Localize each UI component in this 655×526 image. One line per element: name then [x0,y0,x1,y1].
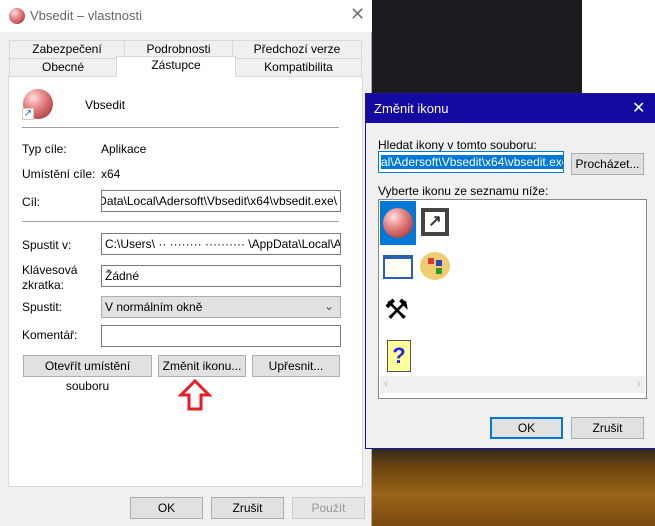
change-icon-title: Změnit ikonu [374,101,449,116]
window-title: Vbsedit – vlastnosti [30,8,143,23]
icon-cancel-button[interactable]: Zrušit [571,417,644,439]
browse-button[interactable]: Procházet... [571,153,644,175]
red-arrow-annotation-icon [178,378,212,411]
divider [22,221,339,222]
advanced-button[interactable]: Upřesnit... [252,355,340,377]
app-name: Vbsedit [85,98,126,112]
start-in-input[interactable]: C:\Users\ ·· ········ ·········· \AppDat… [101,233,341,255]
target-type-value: Aplikace [101,142,147,156]
search-label: Hledat ikony v tomto souboru: [378,138,537,152]
window-icon[interactable] [383,255,413,279]
change-icon-button[interactable]: Změnit ikonu... [158,355,246,377]
background-photo [372,447,655,526]
icon-item-selected[interactable] [380,201,416,245]
target-type-label: Typ cíle: [22,142,67,156]
comment-input[interactable] [101,325,341,347]
horizontal-scrollbar[interactable]: ‹ › [380,376,645,393]
run-select[interactable]: V normálním okně ⌄ [101,296,341,318]
title-bar: Vbsedit – vlastnosti ✕ [0,0,372,32]
target-location-label: Umístění cíle: [22,167,96,181]
hammer-icon[interactable]: ⚒ [384,295,409,325]
background-window [582,0,655,95]
tab-kompatibilita[interactable]: Kompatibilita [235,58,362,77]
tab-predchozi-verze[interactable]: Předchozí verze [232,40,362,59]
icon-file-value: al\Adersoft\Vbsedit\x64\vbsedit.exe [381,155,563,169]
hotkey-input[interactable]: Žádné [101,265,341,287]
apply-button[interactable]: Použít [292,497,365,519]
target-location-value: x64 [101,167,121,181]
comment-label: Komentář: [22,328,78,342]
divider [22,127,339,128]
app-icon [9,8,25,24]
close-icon[interactable]: ✕ [632,94,645,123]
change-icon-title-bar: Změnit ikonu ✕ [366,94,655,123]
hotkey-label: Klávesová zkratka: [22,263,78,292]
tab-zastupce[interactable]: Zástupce [116,56,236,77]
vbsedit-ball-icon [383,208,413,238]
ok-button[interactable]: OK [130,497,203,519]
open-location-button[interactable]: Otevřít umístění souboru [23,355,152,393]
tab-zabezpeceni[interactable]: Zabezpečení [9,40,125,59]
properties-dialog: Vbsedit – vlastnosti ✕ Zabezpečení Podro… [0,0,372,526]
target-label: Cíl: [22,195,40,209]
cancel-button[interactable]: Zrušit [211,497,284,519]
icon-ok-button[interactable]: OK [490,417,563,439]
icon-list[interactable]: ↗ ⚒ ? ‹ › [378,199,647,399]
tab-obecne[interactable]: Obecné [9,58,117,77]
scroll-right-icon[interactable]: › [637,376,641,390]
change-icon-dialog: Změnit ikonu ✕ Hledat ikony v tomto soub… [365,93,655,449]
run-label: Spustit: [22,300,63,314]
run-select-value: V normálním okně [105,300,203,314]
palette-icon[interactable] [420,252,450,280]
start-in-label: Spustit v: [22,238,72,252]
target-input[interactable]: \AppData\Local\Adersoft\Vbsedit\x64\vbse… [101,190,341,212]
chevron-down-icon: ⌄ [323,299,334,313]
scroll-left-icon[interactable]: ‹ [384,376,388,390]
icon-file-input[interactable]: al\Adersoft\Vbsedit\x64\vbsedit.exe [378,151,564,173]
shortcut-arrow-icon[interactable]: ↗ [421,208,449,236]
shortcut-arrow-icon: ↗ [22,108,34,120]
help-document-icon[interactable]: ? [387,340,411,372]
close-icon[interactable]: ✕ [350,4,365,25]
select-label: Vyberte ikonu ze seznamu níže: [378,184,549,198]
